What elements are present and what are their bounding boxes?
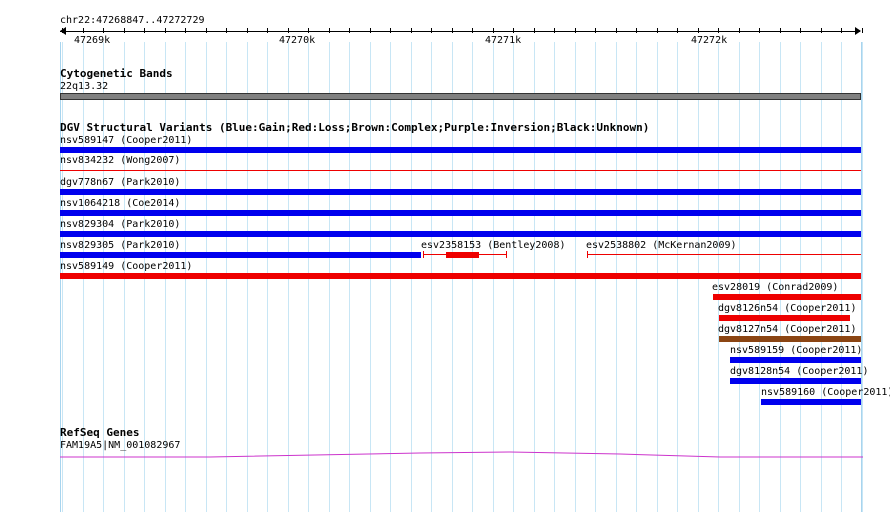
- variant-label-nsv829305[interactable]: nsv829305 (Park2010): [60, 240, 180, 252]
- ruler-arrow-right: [855, 27, 861, 35]
- ruler-tick: [698, 28, 699, 33]
- ruler-tick: [739, 28, 740, 33]
- variant-bar-esv2538802[interactable]: [587, 251, 861, 259]
- ruler-tick: [247, 28, 248, 33]
- ruler-tick: [206, 28, 207, 33]
- ruler-tick: [103, 28, 104, 33]
- variant-label-dgv778n67[interactable]: dgv778n67 (Park2010): [60, 177, 180, 189]
- variant-bar-nsv834232[interactable]: [60, 170, 861, 171]
- variant-label-dgv8127n54[interactable]: dgv8127n54 (Cooper2011): [718, 324, 856, 336]
- ruler-tick: [431, 28, 432, 33]
- variant-bar-nsv589149[interactable]: [60, 273, 861, 279]
- variant-exon-block: [446, 252, 479, 258]
- refseq-gene-line[interactable]: [60, 450, 863, 460]
- variant-bar-dgv8128n54[interactable]: [730, 378, 861, 384]
- ruler-tick: [616, 28, 617, 33]
- variant-label-esv28019[interactable]: esv28019 (Conrad2009): [712, 282, 838, 294]
- variant-end-tick-left: [423, 251, 424, 258]
- variant-label-nsv589147[interactable]: nsv589147 (Cooper2011): [60, 135, 192, 147]
- variant-bar-nsv829304[interactable]: [60, 231, 861, 237]
- ruler-tick: [165, 28, 166, 33]
- ruler-label-47269k: 47269k: [74, 35, 111, 46]
- locus-label: chr22:47268847..47272729: [60, 15, 205, 26]
- variant-bar-nsv1064218[interactable]: [60, 210, 861, 216]
- ruler-tick: [390, 28, 391, 33]
- ruler-tick: [800, 28, 801, 33]
- ruler-tick: [288, 28, 289, 33]
- cytoband-track-title: Cytogenetic Bands: [60, 67, 173, 80]
- ruler-tick: [554, 28, 555, 33]
- ruler-tick: [493, 28, 494, 33]
- ruler-tick: [452, 28, 453, 33]
- ruler-tick: [226, 28, 227, 33]
- cytoband-bar[interactable]: [60, 93, 861, 100]
- ruler-tick: [841, 28, 842, 33]
- variant-bar-dgv8127n54[interactable]: [719, 336, 861, 342]
- ruler-tick: [308, 28, 309, 33]
- ruler-tick: [636, 28, 637, 33]
- variant-label-nsv589160[interactable]: nsv589160 (Cooper2011): [761, 387, 890, 399]
- variant-bar-nsv589147[interactable]: [60, 147, 861, 153]
- variant-label-nsv829304[interactable]: nsv829304 (Park2010): [60, 219, 180, 231]
- ruler-tick: [780, 28, 781, 33]
- ruler-label-47272k: 47272k: [691, 35, 728, 46]
- ruler-arrow-left: [60, 27, 66, 35]
- ruler-tick: [349, 28, 350, 33]
- ruler-tick: [759, 28, 760, 33]
- ruler-tick: [267, 28, 268, 33]
- ruler-tick: [472, 28, 473, 33]
- variant-label-nsv834232[interactable]: nsv834232 (Wong2007): [60, 155, 180, 167]
- dgv-track-title: DGV Structural Variants (Blue:Gain;Red:L…: [60, 121, 650, 134]
- ruler-tick: [718, 28, 719, 33]
- ruler-label-47270k: 47270k: [279, 35, 316, 46]
- variant-label-dgv8126n54[interactable]: dgv8126n54 (Cooper2011): [718, 303, 856, 315]
- variant-bar-esv2358153[interactable]: [423, 251, 507, 259]
- variant-bar-nsv589159[interactable]: [730, 357, 861, 363]
- ruler-tick: [185, 28, 186, 33]
- ruler-tick: [329, 28, 330, 33]
- ruler-tick: [677, 28, 678, 33]
- ruler-tick: [575, 28, 576, 33]
- ruler-tick: [513, 28, 514, 33]
- ruler-tick: [821, 28, 822, 33]
- ruler-tick: [144, 28, 145, 33]
- variant-label-dgv8128n54[interactable]: dgv8128n54 (Cooper2011): [730, 366, 868, 378]
- ruler-tick: [657, 28, 658, 33]
- ruler-tick: [124, 28, 125, 33]
- variant-span-line: [587, 254, 861, 255]
- ruler-label-47271k: 47271k: [485, 35, 522, 46]
- variant-bar-nsv589160[interactable]: [761, 399, 861, 405]
- ruler-tick: [595, 28, 596, 33]
- refseq-track-title: RefSeq Genes: [60, 426, 140, 439]
- variant-bar-dgv8126n54[interactable]: [719, 315, 850, 321]
- ruler-axis: [60, 31, 860, 32]
- cytoband-label: 22q13.32: [60, 81, 109, 92]
- ruler-tick: [862, 28, 863, 33]
- ruler-tick: [411, 28, 412, 33]
- ruler-tick: [370, 28, 371, 33]
- variant-label-nsv1064218[interactable]: nsv1064218 (Coe2014): [60, 198, 180, 210]
- ruler-tick: [83, 28, 84, 33]
- variant-bar-dgv778n67[interactable]: [60, 189, 861, 195]
- variant-label-nsv589159[interactable]: nsv589159 (Cooper2011): [730, 345, 862, 357]
- variant-bar-esv28019[interactable]: [713, 294, 861, 300]
- variant-bar-nsv829305[interactable]: [60, 252, 421, 258]
- variant-label-nsv589149[interactable]: nsv589149 (Cooper2011): [60, 261, 192, 273]
- variant-end-tick-right: [506, 251, 507, 258]
- ruler-tick: [62, 28, 63, 33]
- ruler-tick: [534, 28, 535, 33]
